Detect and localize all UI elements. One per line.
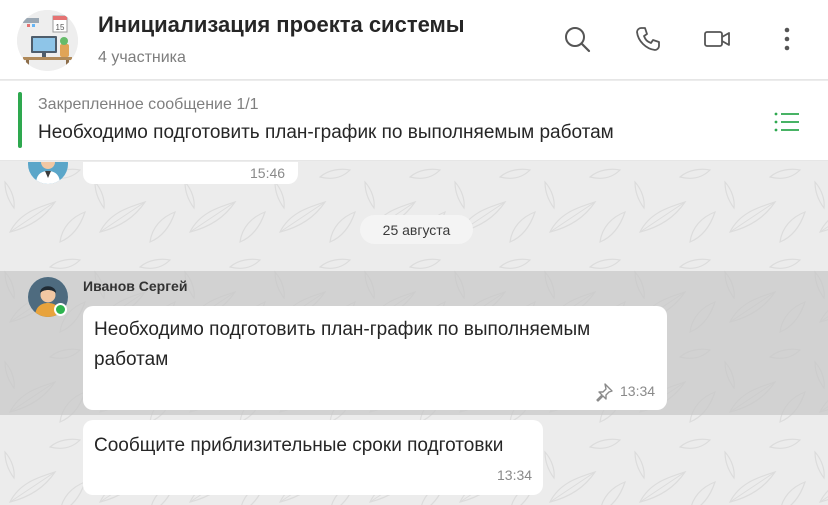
list-icon bbox=[774, 112, 799, 132]
message-time: 13:34 bbox=[497, 467, 533, 483]
message-text-line-1: Необходимо подготовить план-график по вы… bbox=[94, 319, 591, 340]
video-call-button[interactable] bbox=[700, 22, 734, 56]
participants-count: 4 участника bbox=[98, 49, 186, 66]
message-time: 13:34 bbox=[620, 383, 656, 399]
pinned-message-bar[interactable]: Закрепленное сообщение 1/1 Необходимо по… bbox=[0, 81, 828, 161]
pinned-label: Закрепленное сообщение 1/1 bbox=[38, 96, 259, 113]
video-icon bbox=[704, 31, 730, 47]
previous-message-bubble[interactable]: 15:46 bbox=[83, 162, 298, 184]
message-time: 15:46 bbox=[250, 165, 286, 181]
message-bubble[interactable]: Сообщите приблизительные сроки подготовк… bbox=[83, 420, 543, 495]
group-avatar[interactable]: 15 bbox=[17, 10, 78, 71]
more-icon bbox=[784, 27, 790, 51]
pinned-list-button[interactable] bbox=[770, 107, 804, 137]
chat-area[interactable]: 15:46 25 августа Иванов Сергей Необходим… bbox=[0, 162, 828, 505]
pin-icon bbox=[596, 383, 613, 402]
search-icon bbox=[565, 27, 591, 53]
message-bubble[interactable]: Необходимо подготовить план-график по вы… bbox=[83, 306, 667, 410]
date-separator: 25 августа bbox=[360, 215, 473, 244]
search-button[interactable] bbox=[560, 22, 594, 56]
phone-icon bbox=[636, 27, 660, 51]
chat-title: Инициализация проекта системы bbox=[98, 12, 465, 37]
pinned-text: Необходимо подготовить план-график по вы… bbox=[38, 122, 614, 143]
pinned-accent-bar bbox=[18, 92, 22, 148]
sender-name[interactable]: Иванов Сергей bbox=[83, 278, 187, 294]
calendar-badge: 15 bbox=[56, 23, 65, 32]
call-button[interactable] bbox=[631, 22, 665, 56]
more-button[interactable] bbox=[770, 22, 804, 56]
message-text-line-1: Сообщите приблизительные сроки подготовк… bbox=[94, 435, 504, 456]
chat-header: 15 Инициализация проекта системы 4 участ… bbox=[0, 0, 828, 80]
group-avatar-illustration: 15 bbox=[17, 10, 78, 71]
message-text-line-2: работам bbox=[94, 349, 169, 370]
online-status-indicator bbox=[54, 303, 67, 316]
